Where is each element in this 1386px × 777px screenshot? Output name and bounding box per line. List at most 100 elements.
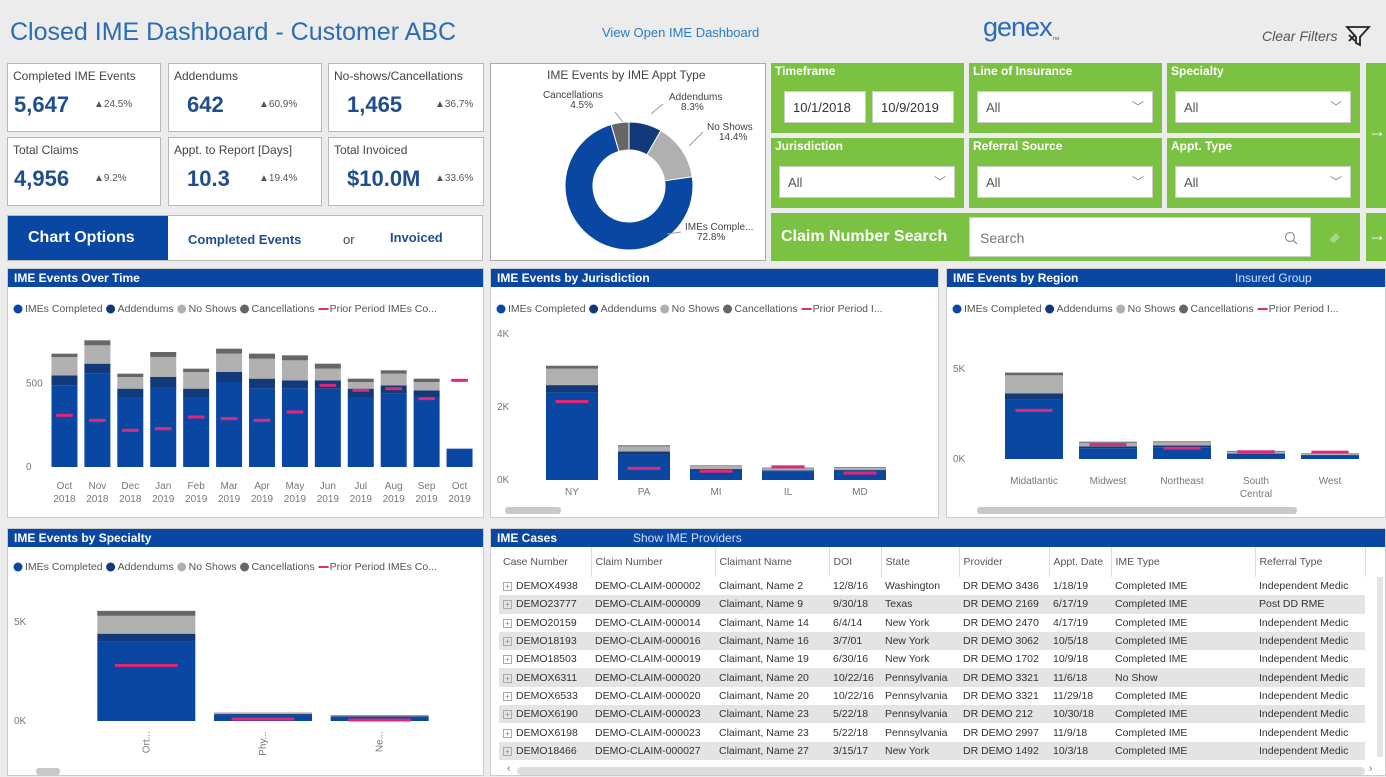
bar-segment[interactable]: [618, 452, 670, 455]
timeframe-end-input[interactable]: 10/9/2019: [872, 91, 954, 123]
expand-row-icon[interactable]: +: [503, 747, 512, 756]
legend-label[interactable]: Cancellations: [252, 561, 315, 573]
bar-segment[interactable]: [183, 369, 209, 372]
bar-segment[interactable]: [1301, 455, 1359, 456]
legend-label[interactable]: Cancellations: [1191, 303, 1254, 315]
search-go-arrow[interactable]: →: [1366, 213, 1386, 261]
bar-segment[interactable]: [1079, 448, 1137, 459]
table-row[interactable]: +DEMOX6190DEMO-CLAIM-000023Claimant, Nam…: [499, 705, 1365, 723]
legend-label[interactable]: No Shows: [189, 303, 237, 315]
bar-segment[interactable]: [282, 360, 308, 380]
bar-segment[interactable]: [315, 369, 341, 381]
bar-segment[interactable]: [216, 354, 242, 372]
referral-source-select[interactable]: All﹀: [977, 166, 1153, 198]
column-header[interactable]: IME Type: [1111, 547, 1255, 577]
bar-segment[interactable]: [150, 352, 176, 357]
bar-segment[interactable]: [51, 375, 77, 385]
bar-segment[interactable]: [381, 370, 407, 373]
bar-segment[interactable]: [762, 471, 814, 472]
vertical-scrollbar[interactable]: [1377, 577, 1383, 757]
expand-row-icon[interactable]: +: [503, 710, 512, 719]
bar-segment[interactable]: [249, 389, 275, 467]
bar-segment[interactable]: [282, 389, 308, 467]
bar-segment[interactable]: [348, 397, 374, 467]
bar-segment[interactable]: [117, 377, 143, 389]
bar-segment[interactable]: [84, 364, 110, 374]
bar-segment[interactable]: [762, 472, 814, 480]
bar-segment[interactable]: [216, 372, 242, 382]
bar-segment[interactable]: [1153, 441, 1211, 442]
column-header[interactable]: State: [881, 547, 959, 577]
expand-row-icon[interactable]: +: [503, 692, 512, 701]
bar-segment[interactable]: [214, 714, 312, 715]
bar-segment[interactable]: [331, 716, 429, 717]
apply-filters-arrow[interactable]: →: [1366, 63, 1386, 208]
horizontal-scrollbar[interactable]: [517, 767, 1365, 775]
timeframe-start-input[interactable]: 10/1/2018: [784, 91, 866, 123]
legend-label[interactable]: IMEs Completed: [964, 303, 1042, 315]
bar-segment[interactable]: [546, 385, 598, 392]
legend-label[interactable]: Cancellations: [735, 303, 798, 315]
bar-segment[interactable]: [84, 340, 110, 345]
legend-label[interactable]: Addendums: [601, 303, 657, 315]
table-row[interactable]: +DEMO20159DEMO-CLAIM-000014Claimant, Nam…: [499, 614, 1365, 632]
bar-segment[interactable]: [762, 468, 814, 470]
bar-segment[interactable]: [1301, 455, 1359, 459]
legend-label[interactable]: Addendums: [118, 561, 174, 573]
bar-segment[interactable]: [1005, 393, 1063, 399]
bar-segment[interactable]: [618, 445, 670, 446]
completed-events-option[interactable]: Completed Events: [188, 232, 301, 247]
region-chart[interactable]: IMEs CompletedAddendumsNo ShowsCancellat…: [947, 289, 1386, 519]
legend-label[interactable]: No Shows: [189, 561, 237, 573]
expand-row-icon[interactable]: +: [503, 619, 512, 628]
bar-segment[interactable]: [183, 389, 209, 397]
table-row[interactable]: +DEMO18503DEMO-CLAIM-000019Claimant, Nam…: [499, 650, 1365, 668]
expand-row-icon[interactable]: +: [503, 674, 512, 683]
search-icon[interactable]: [1284, 231, 1298, 245]
bar-segment[interactable]: [834, 467, 886, 468]
bar-segment[interactable]: [834, 468, 886, 470]
expand-row-icon[interactable]: +: [503, 637, 512, 646]
bar-segment[interactable]: [315, 389, 341, 467]
jurisdiction-select[interactable]: All﹀: [779, 166, 955, 198]
horizontal-scrollbar[interactable]: [505, 507, 561, 514]
bar-segment[interactable]: [414, 382, 440, 390]
show-providers-link[interactable]: Show IME Providers: [633, 531, 742, 545]
bar-segment[interactable]: [1227, 455, 1285, 460]
legend-label[interactable]: No Shows: [672, 303, 720, 315]
bar-segment[interactable]: [282, 355, 308, 360]
column-header[interactable]: Referral Type: [1255, 547, 1365, 577]
bar-segment[interactable]: [331, 715, 429, 716]
legend-label[interactable]: IMEs Completed: [25, 303, 103, 315]
bar-segment[interactable]: [51, 354, 77, 357]
bar-segment[interactable]: [414, 379, 440, 382]
bar-segment[interactable]: [414, 397, 440, 467]
bar-segment[interactable]: [117, 397, 143, 467]
bar-segment[interactable]: [216, 382, 242, 467]
donut-chart[interactable]: Addendums8.3%No Shows14.4%IMEs Comple...…: [491, 64, 767, 262]
expand-row-icon[interactable]: +: [503, 582, 512, 591]
table-row[interactable]: +DEMO23777DEMO-CLAIM-000009Claimant, Nam…: [499, 595, 1365, 613]
bar-segment[interactable]: [249, 354, 275, 359]
bar-segment[interactable]: [97, 634, 195, 642]
table-row[interactable]: +DEMOX6198DEMO-CLAIM-000023Claimant, Nam…: [499, 723, 1365, 741]
scroll-right-arrow[interactable]: ›: [1369, 763, 1372, 774]
eraser-icon[interactable]: [1327, 230, 1343, 244]
bar-segment[interactable]: [282, 380, 308, 388]
table-row[interactable]: +DEMOX6311DEMO-CLAIM-000020Claimant, Nam…: [499, 668, 1365, 686]
column-header[interactable]: Claimant Name: [715, 547, 829, 577]
bar-segment[interactable]: [1005, 375, 1063, 393]
bar-segment[interactable]: [546, 392, 598, 480]
bar-segment[interactable]: [618, 446, 670, 451]
bar-segment[interactable]: [1005, 373, 1063, 376]
scroll-left-arrow[interactable]: ‹: [507, 763, 510, 774]
line-of-insurance-select[interactable]: All﹀: [977, 91, 1153, 123]
bar-segment[interactable]: [183, 397, 209, 467]
bar-segment[interactable]: [348, 379, 374, 382]
bar-segment[interactable]: [117, 374, 143, 377]
legend-label[interactable]: Addendums: [118, 303, 174, 315]
horizontal-scrollbar[interactable]: [36, 768, 60, 775]
column-header[interactable]: Appt. Date: [1049, 547, 1111, 577]
table-row[interactable]: +DEMOX4938DEMO-CLAIM-000002Claimant, Nam…: [499, 577, 1365, 595]
column-header[interactable]: Claim Number: [591, 547, 715, 577]
